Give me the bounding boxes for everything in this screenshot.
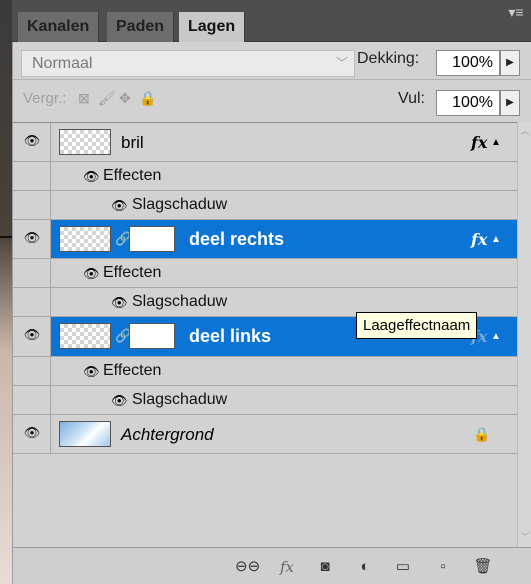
layer-thumbnail [59, 226, 111, 252]
layer-row-deel-rechts[interactable]: 👁 🔗 deel rechts fx ▲ [13, 220, 517, 259]
fx-icon[interactable]: fx [471, 133, 487, 152]
visibility-cell[interactable]: 👁 [13, 220, 51, 258]
document-edge-line [0, 236, 12, 238]
lock-label: Vergr.: [23, 90, 67, 107]
eye-icon[interactable]: 👁 [111, 198, 128, 214]
effect-row[interactable]: 👁 Slagschaduw [13, 386, 517, 415]
layers-scrollbar[interactable]: ︿ ﹀ [517, 122, 531, 547]
lock-position-icon[interactable]: ✥ [119, 90, 131, 107]
layer-name[interactable]: deel links [189, 326, 271, 347]
eye-icon[interactable]: 👁 [83, 266, 100, 282]
lock-icon: 🔒 [473, 426, 491, 442]
layer-row-achtergrond[interactable]: 👁 Achtergrond 🔒 [13, 415, 517, 454]
visibility-cell [13, 386, 51, 414]
expand-effects-icon[interactable]: ▲ [491, 331, 501, 342]
layer-row-bril[interactable]: 👁 bril fx ▲ [13, 123, 517, 162]
eye-icon[interactable]: 👁 [111, 295, 128, 311]
layer-name[interactable]: deel rechts [189, 229, 284, 250]
trash-icon[interactable]: 🗑 [471, 556, 495, 578]
effect-row[interactable]: 👁 Slagschaduw [13, 191, 517, 220]
layer-list: 👁 bril fx ▲ 👁 Effecten 👁 Slagschaduw 👁 🔗… [13, 122, 517, 547]
lock-all-icon[interactable]: 🔒 [139, 90, 156, 107]
tooltip: Laageffectnaam [356, 312, 478, 339]
fx-icon[interactable]: fx [471, 230, 487, 249]
effects-row[interactable]: 👁 Effecten [13, 357, 517, 386]
layer-mask-thumbnail [129, 323, 175, 349]
fill-label: Vul: [398, 90, 425, 107]
eye-icon[interactable]: 👁 [83, 169, 100, 185]
layer-name[interactable]: Achtergrond [121, 425, 214, 445]
layers-panel: Normaal ﹀ Dekking: 100% ▶ Vergr.: ⊠ 🖌 ✥ … [12, 42, 531, 584]
mask-icon[interactable]: ◙ [313, 556, 337, 578]
visibility-cell[interactable]: 👁 [13, 415, 51, 453]
tab-kanalen[interactable]: Kanalen [18, 12, 100, 42]
group-icon[interactable]: ▭ [391, 556, 415, 578]
new-layer-icon[interactable]: ▫ [431, 556, 455, 578]
blend-mode-select[interactable]: Normaal ﹀ [21, 50, 355, 77]
layer-thumbnail [59, 421, 111, 447]
visibility-cell[interactable]: 👁 [13, 317, 51, 356]
expand-effects-icon[interactable]: ▲ [491, 137, 501, 148]
eye-icon[interactable]: 👁 [111, 393, 128, 409]
effect-label: Slagschaduw [132, 293, 228, 310]
visibility-cell [13, 259, 51, 287]
effect-label: Slagschaduw [132, 196, 228, 213]
effects-row[interactable]: 👁 Effecten [13, 259, 517, 288]
layer-name[interactable]: bril [121, 133, 144, 153]
fill-arrow-button[interactable]: ▶ [500, 90, 520, 116]
eye-icon[interactable]: 👁 [23, 426, 41, 439]
visibility-cell [13, 162, 51, 190]
adjustment-icon[interactable]: ◐ [353, 556, 377, 578]
fill-field[interactable]: 100% [436, 90, 500, 116]
visibility-cell[interactable]: 👁 [13, 123, 51, 161]
effects-label: Effecten [103, 167, 162, 184]
lock-transparency-icon[interactable]: ⊠ [78, 90, 90, 107]
document-edge [0, 0, 12, 584]
visibility-cell [13, 357, 51, 385]
layer-thumbnail [59, 323, 111, 349]
fx-icon[interactable]: fx [275, 556, 299, 578]
effects-label: Effecten [103, 264, 162, 281]
panel-menu-icon[interactable]: ▾≡ [505, 4, 527, 20]
scroll-down-icon[interactable]: ﹀ [518, 530, 531, 544]
effects-row[interactable]: 👁 Effecten [13, 162, 517, 191]
expand-effects-icon[interactable]: ▲ [491, 234, 501, 245]
lock-paint-icon[interactable]: 🖌 [98, 90, 116, 107]
blend-mode-value: Normaal [32, 55, 93, 72]
eye-icon[interactable]: 👁 [23, 328, 41, 341]
visibility-cell [13, 288, 51, 316]
layers-toolbar: ⊖⊖ fx ◙ ◐ ▭ ▫ 🗑 [13, 547, 531, 584]
layer-thumbnail [59, 129, 111, 155]
opacity-field[interactable]: 100% [436, 50, 500, 76]
eye-icon[interactable]: 👁 [83, 364, 100, 380]
lock-row: Vergr.: ⊠ 🖌 ✥ 🔒 Vul: 100% ▶ [13, 80, 531, 122]
opacity-label: Dekking: [357, 50, 420, 67]
tab-lagen[interactable]: Lagen [179, 12, 246, 43]
visibility-cell [13, 191, 51, 219]
chevron-down-icon: ﹀ [335, 56, 348, 70]
opacity-arrow-button[interactable]: ▶ [500, 50, 520, 76]
tab-paden[interactable]: Paden [107, 12, 175, 42]
layer-mask-thumbnail [129, 226, 175, 252]
effects-label: Effecten [103, 362, 162, 379]
eye-icon[interactable]: 👁 [23, 231, 41, 244]
eye-icon[interactable]: 👁 [23, 134, 41, 147]
effect-label: Slagschaduw [132, 391, 228, 408]
panel-tab-bar: Kanalen Paden Lagen ▾≡ [12, 0, 531, 43]
link-icon[interactable]: ⊖⊖ [235, 556, 260, 578]
scroll-up-icon[interactable]: ︿ [518, 124, 531, 138]
blend-row: Normaal ﹀ Dekking: 100% ▶ [13, 42, 531, 80]
